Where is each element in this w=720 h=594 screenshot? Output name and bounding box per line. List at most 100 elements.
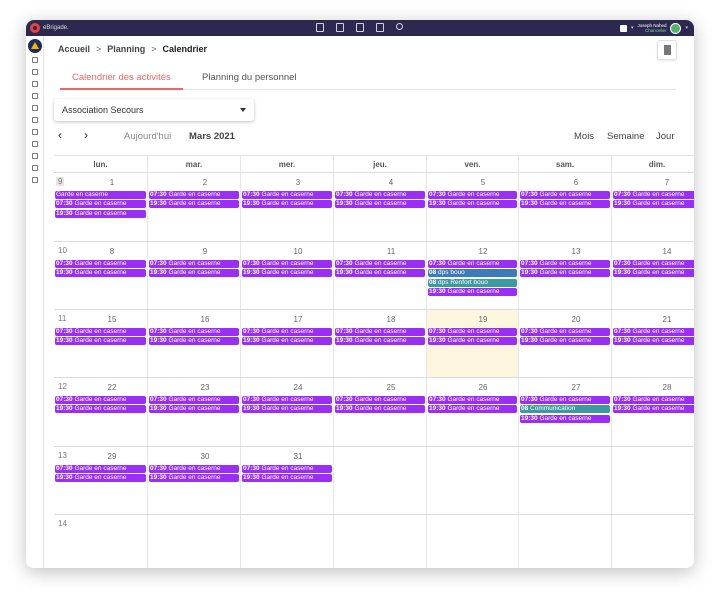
calendar-event[interactable]: 19:30 Garde en caserne: [55, 209, 146, 218]
calendar-event[interactable]: 19:30 Garde en caserne: [242, 200, 332, 209]
calendar-event[interactable]: 19:30 Garde en caserne: [520, 200, 610, 209]
calendar-event[interactable]: 08 dps Renfort bouo: [428, 278, 517, 287]
calendar-event[interactable]: 19:30 Garde en caserne: [428, 200, 517, 209]
week-number[interactable]: 12: [56, 382, 69, 391]
calendar-event[interactable]: 07:30 Garde en caserne: [520, 191, 610, 199]
calendar-icon[interactable]: [336, 23, 344, 32]
calendar-event[interactable]: 07:30 Garde en caserne: [520, 260, 610, 268]
calendar-day-cell-today[interactable]: 19 07:30 Garde en caserne 19:30 Garde en c…: [426, 310, 518, 377]
calendar-day-cell[interactable]: 20 07:30 Garde en caserne 19:30 Garde en c…: [518, 310, 611, 377]
calendar-event[interactable]: 19:30 Garde en caserne: [520, 337, 610, 346]
calendar-day-cell[interactable]: [333, 515, 426, 568]
day-number[interactable]: 27: [566, 383, 586, 392]
calendar-event[interactable]: 07:30 Garde en caserne: [428, 191, 517, 199]
export-document-button[interactable]: [657, 40, 677, 60]
today-button[interactable]: Aujourd'hui: [124, 131, 171, 142]
calendar-day-cell[interactable]: 21 07:30 Garde en caserne 19:30 Garde en c…: [611, 310, 694, 377]
calendar-day-cell[interactable]: 5 07:30 Garde en caserne 19:30 Garde en ca…: [426, 173, 518, 241]
calendar-day-cell[interactable]: 10 07:30 Garde en caserne 19:30 Garde en c…: [240, 242, 333, 309]
calendar-day-cell[interactable]: 16 07:30 Garde en caserne 19:30 Garde en c…: [147, 310, 240, 377]
calendar-event[interactable]: 19:30 Garde en caserne: [242, 405, 332, 414]
calendar-event[interactable]: 07:30 Garde en caserne: [428, 260, 517, 268]
day-number[interactable]: 9: [195, 247, 215, 256]
day-number[interactable]: 8: [102, 247, 122, 256]
globe-icon[interactable]: [32, 105, 38, 111]
day-number[interactable]: 12: [473, 247, 493, 256]
calendar-event[interactable]: 19:30 Garde en caserne: [335, 405, 425, 414]
calendar-event[interactable]: 19:30 Garde en caserne: [613, 269, 694, 278]
calendar-event[interactable]: 07:30 Garde en caserne: [55, 260, 146, 268]
calendar-day-cell[interactable]: 31 07:30 Garde en caserne 19:30 Garde en c…: [240, 447, 333, 514]
organization-logo-icon[interactable]: [28, 39, 42, 53]
calendar-day-cell[interactable]: 9 1 Garde en caserne 07:30 Garde en caserne…: [54, 173, 147, 241]
day-number[interactable]: 29: [102, 452, 122, 461]
list-icon[interactable]: [356, 23, 364, 32]
calendar-day-cell[interactable]: 2 07:30 Garde en caserne 19:30 Garde en ca…: [147, 173, 240, 241]
brand[interactable]: eBrigade.: [30, 22, 69, 34]
user-icon[interactable]: [32, 57, 38, 63]
day-number[interactable]: 18: [381, 315, 401, 324]
day-number[interactable]: 22: [102, 383, 122, 392]
day-number[interactable]: 26: [473, 383, 493, 392]
user-menu[interactable]: ▾ Joseph Nahed Chancelier ▾: [619, 21, 688, 35]
calendar-day-cell[interactable]: 30 07:30 Garde en caserne 19:30 Garde en c…: [147, 447, 240, 514]
calendar-day-cell[interactable]: [426, 447, 518, 514]
document-icon[interactable]: [32, 81, 38, 87]
calendar-event[interactable]: 07:30 Garde en caserne: [149, 260, 239, 268]
day-number[interactable]: 11: [381, 247, 401, 256]
calendar-event[interactable]: 19:30 Garde en caserne: [149, 269, 239, 278]
day-number[interactable]: 3: [288, 178, 308, 187]
calendar-event[interactable]: 07:30 Garde en caserne: [55, 396, 146, 404]
calendar-day-cell[interactable]: 14 07:30 Garde en caserne 19:30 Garde en c…: [611, 242, 694, 309]
calendar-event[interactable]: 19:30 Garde en caserne: [55, 269, 146, 278]
file-icon[interactable]: [32, 141, 38, 147]
calendar-event[interactable]: 19:30 Garde en caserne: [55, 405, 146, 414]
calendar-day-cell[interactable]: [147, 515, 240, 568]
day-number[interactable]: 10: [288, 247, 308, 256]
day-number[interactable]: 13: [566, 247, 586, 256]
calendar-event[interactable]: 07:30 Garde en caserne: [428, 396, 517, 404]
breadcrumb-home[interactable]: Accueil: [58, 44, 90, 54]
calendar-event[interactable]: 07:30 Garde en caserne: [149, 191, 239, 199]
calendar-event[interactable]: 19:30 Garde en caserne: [335, 200, 425, 209]
calendar-day-cell[interactable]: 17 07:30 Garde en caserne 19:30 Garde en c…: [240, 310, 333, 377]
calendar-event[interactable]: 07:30 Garde en caserne: [335, 328, 425, 336]
calendar-event[interactable]: 07:30 Garde en caserne: [149, 328, 239, 336]
calendar-day-cell[interactable]: 13 29 07:30 Garde en caserne 19:30 Garde en…: [54, 447, 147, 514]
calendar-day-cell[interactable]: [240, 515, 333, 568]
calendar-icon[interactable]: [32, 69, 38, 75]
calendar-event[interactable]: 07:30 Garde en caserne: [149, 396, 239, 404]
day-number[interactable]: 21: [657, 315, 677, 324]
calendar-event[interactable]: 19:30 Garde en caserne: [149, 200, 239, 209]
day-number[interactable]: 30: [195, 452, 215, 461]
day-number[interactable]: 14: [657, 247, 677, 256]
avatar[interactable]: [670, 22, 682, 34]
calendar-day-cell[interactable]: 24 07:30 Garde en caserne 19:30 Garde en c…: [240, 378, 333, 446]
day-number[interactable]: 17: [288, 315, 308, 324]
calendar-day-cell[interactable]: 13 07:30 Garde en caserne 19:30 Garde en c…: [518, 242, 611, 309]
calendar-day-cell[interactable]: [518, 515, 611, 568]
calendar-day-cell[interactable]: [611, 515, 694, 568]
day-number[interactable]: 20: [566, 315, 586, 324]
day-number[interactable]: 7: [657, 178, 677, 187]
calendar-day-cell[interactable]: 10 8 07:30 Garde en caserne 19:30 Garde en …: [54, 242, 147, 309]
organization-select[interactable]: Association Secours: [54, 99, 254, 121]
calendar-event[interactable]: 08 dps bouo: [428, 269, 517, 278]
calendar-day-cell[interactable]: 11 15 07:30 Garde en caserne 19:30 Garde en…: [54, 310, 147, 377]
calendar-event[interactable]: 07:30 Garde en caserne: [520, 396, 610, 404]
calendar-day-cell[interactable]: 3 07:30 Garde en caserne 19:30 Garde en ca…: [240, 173, 333, 241]
calendar-event[interactable]: 07:30 Garde en caserne: [428, 328, 517, 336]
week-number[interactable]: 10: [56, 246, 69, 255]
calendar-day-cell[interactable]: 7 07:30 Garde en caserne 19:30 Garde en ca…: [611, 173, 694, 241]
calendar-event[interactable]: 19:30 Garde en caserne: [428, 287, 517, 296]
calendar-event[interactable]: 19:30 Garde en caserne: [55, 474, 146, 483]
day-number[interactable]: 19: [473, 315, 493, 324]
calendar-event[interactable]: Garde en caserne: [55, 191, 146, 199]
calendar-event[interactable]: 07:30 Garde en caserne: [242, 328, 332, 336]
day-number[interactable]: 16: [195, 315, 215, 324]
calendar-event[interactable]: 19:30 Garde en caserne: [242, 337, 332, 346]
calendar-event[interactable]: 07:30 Garde en caserne: [613, 328, 694, 336]
view-month-button[interactable]: Mois: [574, 131, 594, 142]
settings-icon[interactable]: [32, 177, 38, 183]
calendar-event[interactable]: 19:30 Garde en caserne: [55, 337, 146, 346]
